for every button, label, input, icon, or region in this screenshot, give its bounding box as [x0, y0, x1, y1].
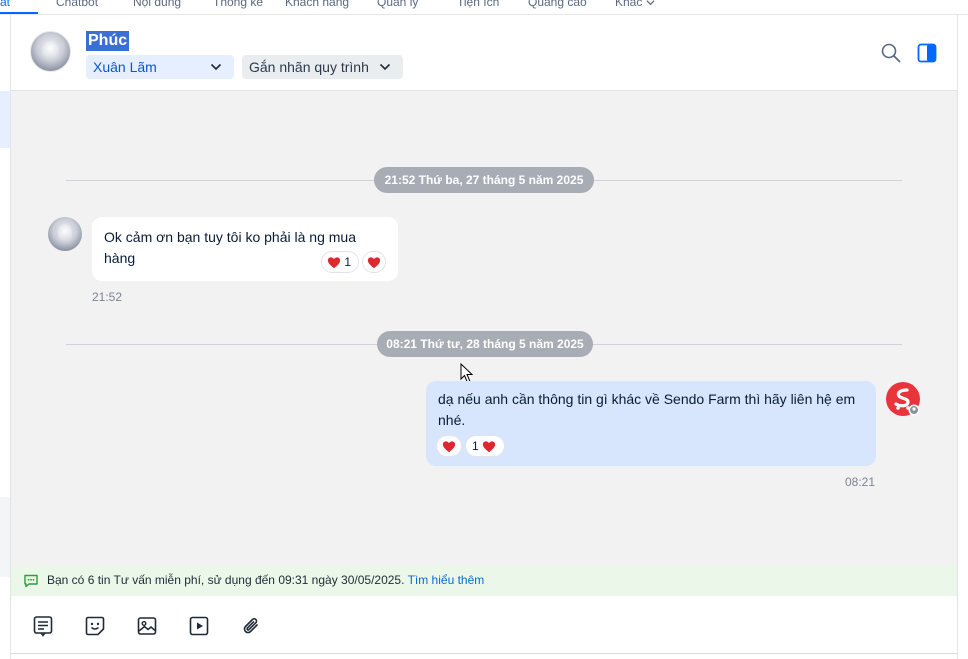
sender-avatar[interactable]: [48, 217, 82, 251]
contact-name[interactable]: Phúc: [86, 31, 130, 51]
tab-chatbot[interactable]: Chatbot: [56, 0, 98, 9]
heart-icon: [367, 257, 381, 269]
date-separator: 21:52 Thứ ba, 27 tháng 5 năm 2025: [374, 167, 594, 193]
react-button[interactable]: [362, 251, 386, 273]
reaction-count: 1: [472, 439, 479, 453]
heart-icon: [442, 441, 456, 453]
workflow-label-text: Gắn nhãn quy trình: [249, 59, 369, 75]
tab-chat[interactable]: at: [0, 0, 10, 9]
video-icon[interactable]: [188, 615, 210, 637]
active-tab-indicator: [0, 12, 38, 14]
message-list[interactable]: 21:52 Thứ ba, 27 tháng 5 năm 2025 Ok cảm…: [11, 91, 957, 565]
tab-ads[interactable]: Quảng cáo: [528, 0, 587, 9]
right-panel-edge: [957, 15, 968, 659]
chat-bubble-icon: [24, 574, 38, 588]
composer-toolbar: [11, 596, 957, 654]
workflow-label-dropdown[interactable]: Gắn nhãn quy trình: [242, 55, 403, 79]
selected-conversation-highlight[interactable]: [0, 91, 10, 148]
top-navigation: at Chatbot Nội dung Thống kê Khách hàng …: [0, 0, 968, 15]
chevron-down-icon: [210, 63, 222, 71]
react-button[interactable]: [436, 435, 462, 457]
tab-management[interactable]: Quản lý: [377, 0, 418, 9]
image-icon[interactable]: [136, 615, 158, 637]
online-badge-icon: [908, 404, 920, 416]
assignee-dropdown[interactable]: Xuân Lãm: [86, 55, 234, 79]
panel-toggle-icon[interactable]: [916, 42, 938, 64]
date-separator: 08:21 Thứ tư, 28 tháng 5 năm 2025: [377, 331, 593, 357]
reaction-summary[interactable]: 1: [321, 251, 359, 273]
sticker-icon[interactable]: [84, 615, 106, 637]
tab-utilities[interactable]: Tiện ích: [457, 0, 499, 9]
tab-statistics[interactable]: Thống kê: [213, 0, 263, 9]
attachment-icon[interactable]: [240, 615, 262, 637]
message-text: Ok cảm ơn bạn tuy tôi ko phải là ng mua …: [104, 229, 356, 266]
message-time: 21:52: [92, 290, 123, 304]
chevron-down-icon: [379, 63, 391, 71]
search-icon[interactable]: [880, 42, 902, 64]
quick-message-icon[interactable]: [32, 615, 54, 637]
heart-icon: [482, 441, 496, 453]
message-time: 08:21: [845, 475, 876, 489]
reaction-summary[interactable]: 1: [465, 435, 505, 457]
banner-text: Bạn có 6 tin Tư vấn miễn phí, sử dụng đế…: [47, 573, 405, 587]
chat-header: Phúc Xuân Lãm Gắn nhãn quy trình: [11, 15, 957, 91]
banner-text-wrap: Bạn có 6 tin Tư vấn miễn phí, sử dụng đế…: [47, 565, 484, 596]
tab-customers[interactable]: Khách hàng: [285, 0, 349, 9]
chevron-down-icon: [646, 0, 655, 6]
conversation-list-item[interactable]: [0, 497, 10, 577]
reaction-count: 1: [344, 255, 352, 269]
assignee-value: Xuân Lãm: [93, 59, 157, 75]
contact-avatar[interactable]: [30, 31, 71, 72]
tab-content[interactable]: Nội dung: [133, 0, 181, 9]
conversation-list-edge: [0, 15, 11, 659]
tab-more-label: Khác: [615, 0, 643, 9]
message-text: dạ nếu anh cần thông tin gì khác về Send…: [438, 391, 856, 428]
tab-more[interactable]: Khác: [615, 0, 655, 9]
heart-icon: [327, 257, 341, 269]
free-consult-banner: Bạn có 6 tin Tư vấn miễn phí, sử dụng đế…: [11, 565, 957, 596]
learn-more-link[interactable]: Tìm hiểu thêm: [408, 573, 485, 587]
